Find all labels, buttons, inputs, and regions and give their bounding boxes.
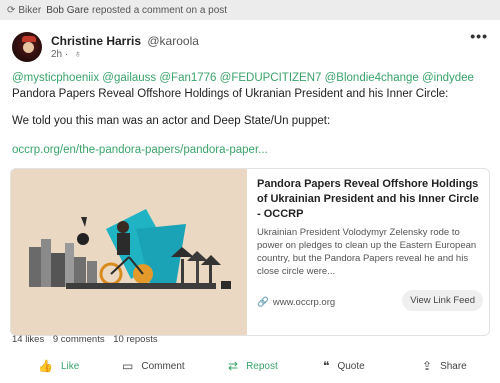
post-meta: 2h · ♁ (51, 49, 82, 60)
author-line: Christine Harris @karoola (51, 34, 199, 48)
share-button[interactable]: ⇪ Share (422, 359, 467, 373)
action-bar: 👍 Like ▭ Comment ⇄ Repost ❝ Quote ⇪ Shar… (0, 350, 500, 383)
preview-domain-text: www.occrp.org (272, 297, 336, 308)
link-icon: 🔗 (257, 297, 269, 308)
thumbs-up-icon: 👍 (38, 359, 53, 373)
repost-icon: ⇄ (228, 359, 239, 373)
quote-icon: ❝ (323, 359, 330, 373)
reposts-count[interactable]: 10 reposts (113, 334, 157, 345)
mention[interactable]: @Blondie4change (325, 72, 419, 84)
quote-label: Quote (337, 360, 365, 372)
headline-text: Pandora Papers Reveal Offshore Holdings … (12, 88, 449, 100)
author-handle[interactable]: @karoola (147, 34, 199, 48)
preview-illustration (11, 169, 247, 335)
preview-description: Ukrainian President Volodymyr Zelensky r… (257, 227, 477, 277)
mention[interactable]: @gailauss (102, 72, 156, 84)
post-paragraph: We told you this man was an actor and De… (12, 115, 331, 127)
share-icon: ⇪ (422, 359, 433, 373)
repost-button[interactable]: ⇄ Repost (228, 359, 278, 373)
mention[interactable]: @mysticphoeniix (12, 72, 99, 84)
likes-count[interactable]: 14 likes (12, 334, 44, 345)
post-time[interactable]: 2h (51, 49, 62, 60)
visibility-icon: ♁ (74, 49, 82, 60)
preview-info: Pandora Papers Reveal Offshore Holdings … (247, 169, 489, 335)
comment-label: Comment (141, 360, 185, 372)
post-stats: 14 likes 9 comments 10 reposts (12, 334, 164, 345)
like-label: Like (60, 360, 80, 372)
mention[interactable]: @FEDUPCITIZEN7 (220, 72, 322, 84)
preview-title[interactable]: Pandora Papers Reveal Offshore Holdings … (257, 177, 485, 222)
view-link-feed-button[interactable]: View Link Feed (402, 290, 483, 311)
link-preview-card[interactable]: Pandora Papers Reveal Offshore Holdings … (10, 168, 490, 336)
reposter-name[interactable]: Bob Gare (46, 5, 89, 16)
repost-text: reposted a comment on a post (92, 4, 228, 16)
more-options-icon[interactable]: ••• (470, 28, 488, 44)
repost-icon: ⟳ (7, 4, 16, 16)
like-button[interactable]: 👍 Like (38, 359, 79, 373)
comment-button[interactable]: ▭ Comment (122, 359, 185, 373)
share-label: Share (440, 360, 467, 372)
repost-label: Repost (246, 360, 278, 372)
post-body: @mysticphoeniix @gailauss @Fan1776 @FEDU… (12, 70, 490, 102)
repost-header: ⟳ Biker Bob Gare reposted a comment on a… (0, 0, 500, 20)
comments-count[interactable]: 9 comments (53, 334, 105, 345)
mention[interactable]: @indydee (422, 72, 474, 84)
preview-domain: 🔗 www.occrp.org (257, 297, 335, 308)
avatar[interactable] (12, 32, 42, 62)
comment-icon: ▭ (122, 359, 134, 373)
quote-button[interactable]: ❝ Quote (323, 359, 365, 373)
post-link[interactable]: occrp.org/en/the-pandora-papers/pandora-… (12, 144, 268, 156)
author-name[interactable]: Christine Harris (51, 34, 141, 48)
post-card: Christine Harris @karoola 2h · ♁ ••• @my… (0, 20, 500, 383)
preview-image[interactable] (11, 169, 247, 335)
group-name[interactable]: Biker (18, 5, 41, 16)
mention[interactable]: @Fan1776 (159, 72, 216, 84)
avatar-face (23, 42, 34, 53)
